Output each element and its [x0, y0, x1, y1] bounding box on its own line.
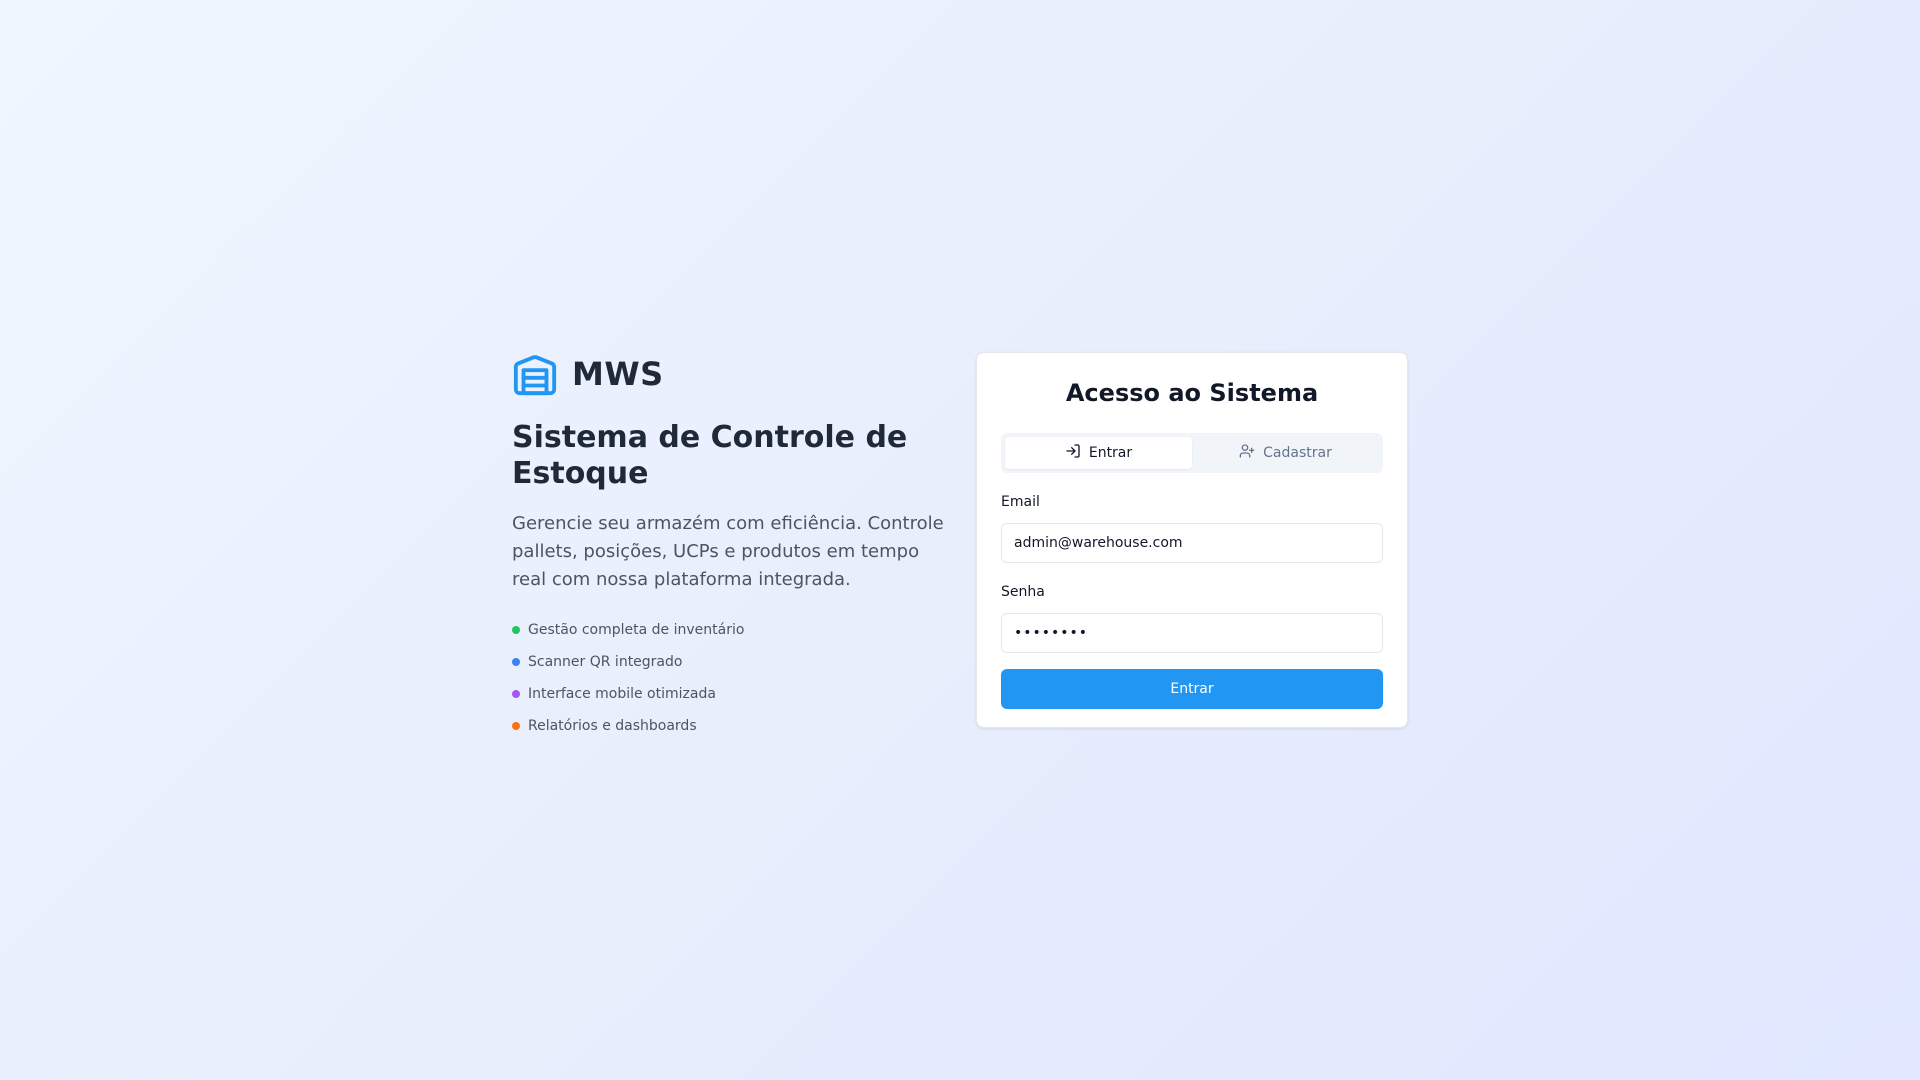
feature-label: Gestão completa de inventário [528, 622, 745, 638]
tab-label: Cadastrar [1263, 445, 1332, 461]
card-title: Acesso ao Sistema [1065, 379, 1319, 407]
feature-item: Gestão completa de inventário [512, 614, 944, 646]
login-page: MWS Sistema de Controle de Estoque Geren… [512, 352, 1408, 742]
feature-label: Interface mobile otimizada [528, 686, 716, 702]
email-field[interactable] [1001, 523, 1383, 563]
page-headline: Sistema de Controle de Estoque [512, 420, 908, 491]
auth-tabs: Entrar Cadastrar [1001, 433, 1383, 473]
tab-label: Entrar [1088, 445, 1133, 461]
warehouse-icon [512, 352, 558, 396]
feature-label: Relatórios e dashboards [528, 718, 697, 734]
password-label: Senha [1001, 584, 1045, 600]
bullet-dot-icon [512, 658, 520, 666]
password-field[interactable] [1001, 613, 1383, 653]
tab-login[interactable]: Entrar [1005, 437, 1192, 469]
brand-name: MWS [572, 355, 664, 393]
user-plus-icon [1239, 443, 1255, 463]
login-card: Acesso ao Sistema Entrar Cadastrar Email… [976, 352, 1408, 728]
feature-item: Interface mobile otimizada [512, 678, 944, 710]
feature-label: Scanner QR integrado [528, 654, 683, 670]
login-button[interactable]: Entrar [1001, 669, 1383, 709]
feature-list: Gestão completa de inventário Scanner QR… [512, 614, 944, 742]
feature-item: Relatórios e dashboards [512, 710, 944, 742]
brand: MWS [512, 352, 944, 396]
hero-section: MWS Sistema de Controle de Estoque Geren… [512, 352, 944, 742]
tab-register[interactable]: Cadastrar [1192, 437, 1379, 469]
bullet-dot-icon [512, 722, 520, 730]
bullet-dot-icon [512, 626, 520, 634]
email-label: Email [1001, 494, 1040, 510]
bullet-dot-icon [512, 690, 520, 698]
feature-item: Scanner QR integrado [512, 646, 944, 678]
hero-description: Gerencie seu armazém com eficiência. Con… [512, 513, 944, 590]
log-in-icon [1065, 443, 1081, 463]
